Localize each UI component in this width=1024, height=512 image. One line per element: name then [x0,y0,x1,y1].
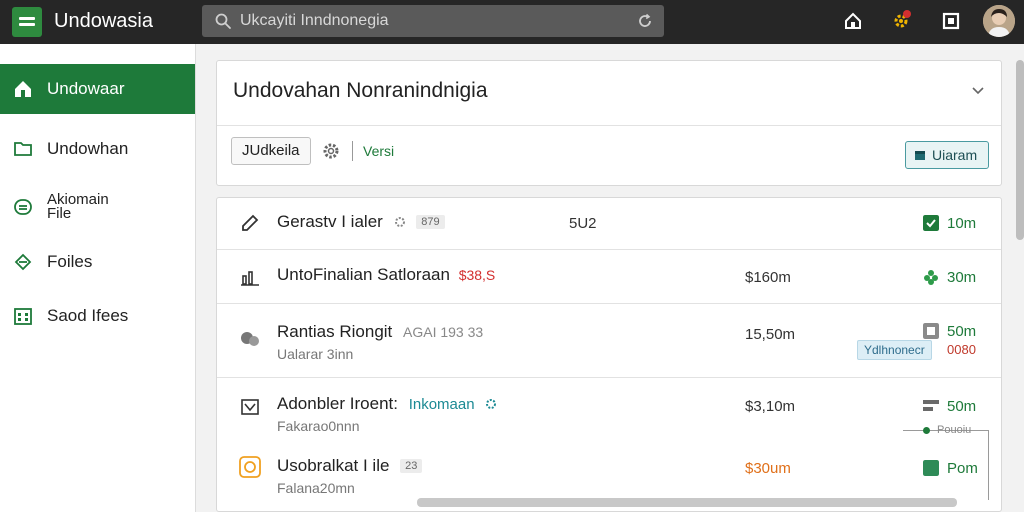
file-subtitle: Falana20mn [277,480,355,496]
app-title: Undowasia [54,10,153,32]
bars-icon [923,400,939,411]
circle-badge-icon [239,456,261,478]
sidebar-item-folder[interactable]: Undowhan [0,124,195,174]
file-time: 50m [947,323,977,340]
folder-icon [14,142,32,156]
sidebar-item-label: Saod Ifees [47,306,129,325]
list-item[interactable]: Rantias Riongit AGAI 193 33 Ualarar 3inn… [217,304,1001,378]
file-pill: 23 [400,459,423,473]
file-time: 30m [947,269,977,286]
file-name-text: Gerastv I ialer [277,212,383,231]
file-name-text: Usobralkat I ile [277,456,390,475]
badge-count: 0080 [947,342,976,357]
file-name: Adonbler Iroent: Inkomaan [277,394,497,414]
file-time: 50m [947,398,977,415]
file-size: $30um [745,460,791,477]
page-title: Undovahan Nonranindnigia [233,79,488,102]
list-item[interactable]: Gerastv I ialer 879 5U2 10m [217,198,1001,250]
calendar-icon [14,308,32,325]
file-price-accent: $38,S [458,267,496,283]
file-size: $3,10m [745,398,796,415]
window-icon[interactable] [940,10,962,32]
connector-dot [923,427,930,434]
vertical-scrollbar[interactable] [1016,60,1024,240]
file-name-text: Adonbler Iroent: [277,394,398,413]
gear-icon [394,217,405,227]
top-bar: Undowasia [0,0,1024,44]
edit-icon [242,214,259,231]
file-name: UntoFinalian Satloraan $38,S [277,265,495,285]
sidebar-item-label: Akiomain File [47,191,109,222]
horizontal-scrollbar[interactable] [417,498,957,507]
file-meta: AGAI 193 33 [403,324,484,340]
gear-icon [486,399,497,409]
user-avatar-icon [983,5,1015,37]
home-icon [15,81,31,97]
file-name: Usobralkat I ile 23 [277,456,423,476]
header-card: Undovahan Nonranindnigia JUdkeila Versi … [216,60,1002,186]
version-link[interactable]: Versi [363,143,394,159]
app-logo-icon[interactable] [12,7,42,37]
file-size: 15,50m [745,326,796,343]
chat-bubbles-icon [241,332,259,346]
file-name: Gerastv I ialer 879 [277,212,445,232]
square-icon [923,323,939,339]
filter-button[interactable]: JUdkeila [231,137,311,165]
sidebar-item-share[interactable]: Foiles [0,237,195,287]
connector-label: Pouoiu [937,424,972,436]
file-size: 5U2 [569,215,597,232]
file-pill: 879 [416,215,445,229]
list-item[interactable]: Usobralkat I ile 23 Falana20mn $30um Pom [217,442,1001,506]
file-tag: Inkomaan [408,396,475,413]
search-input[interactable] [240,9,620,33]
square-icon [923,460,939,476]
file-stack-icon [14,199,32,215]
flower-icon [924,270,938,285]
file-time: Pom [947,460,978,477]
file-name-text: Rantias Riongit [277,322,393,341]
file-size: $160m [745,269,791,286]
search-icon [215,13,231,29]
file-name-text: UntoFinalian Satloraan [277,265,450,284]
primary-action-label: Uiaram [932,147,978,163]
sidebar-item-label: Undowhan [47,139,129,158]
file-subtitle: Fakarao0nnn [277,418,360,434]
avatar[interactable] [983,5,1015,37]
file-subtitle: Ualarar 3inn [277,346,354,362]
header-divider [217,125,1001,126]
settings-notification-icon[interactable] [890,10,912,32]
sidebar-item-files[interactable]: Akiomain File [0,182,195,232]
chevron-down-icon[interactable] [971,83,985,97]
sidebar-item-calendar[interactable]: Saod Ifees [0,291,195,341]
image-icon [241,399,259,415]
primary-action-button[interactable]: Uiaram [905,141,989,169]
file-name: Rantias Riongit AGAI 193 33 [277,322,483,342]
sidebar-item-home[interactable]: Undowaar [0,64,195,114]
chart-icon [241,271,259,286]
file-time: 10m [947,215,977,232]
box-icon [915,151,925,160]
status-icon [923,215,939,231]
list-item[interactable]: Adonbler Iroent: Inkomaan Fakarao0nnn $3… [217,378,1001,442]
gear-icon[interactable] [321,141,341,161]
divider [352,141,353,161]
home-icon[interactable] [842,10,864,32]
sidebar: Undowaar Undowhan Akiomain File Foiles S… [0,44,196,512]
search-bar[interactable] [202,5,664,37]
list-item[interactable]: UntoFinalian Satloraan $38,S $160m 30m [217,250,1001,304]
refresh-icon[interactable] [636,12,654,30]
status-badge: Ydlhnonecr [857,340,932,360]
sidebar-item-label: Foiles [47,252,93,271]
share-icon [14,253,32,271]
file-list: Gerastv I ialer 879 5U2 10m UntoFinalian… [216,197,1002,512]
sidebar-item-label: Undowaar [47,79,125,98]
